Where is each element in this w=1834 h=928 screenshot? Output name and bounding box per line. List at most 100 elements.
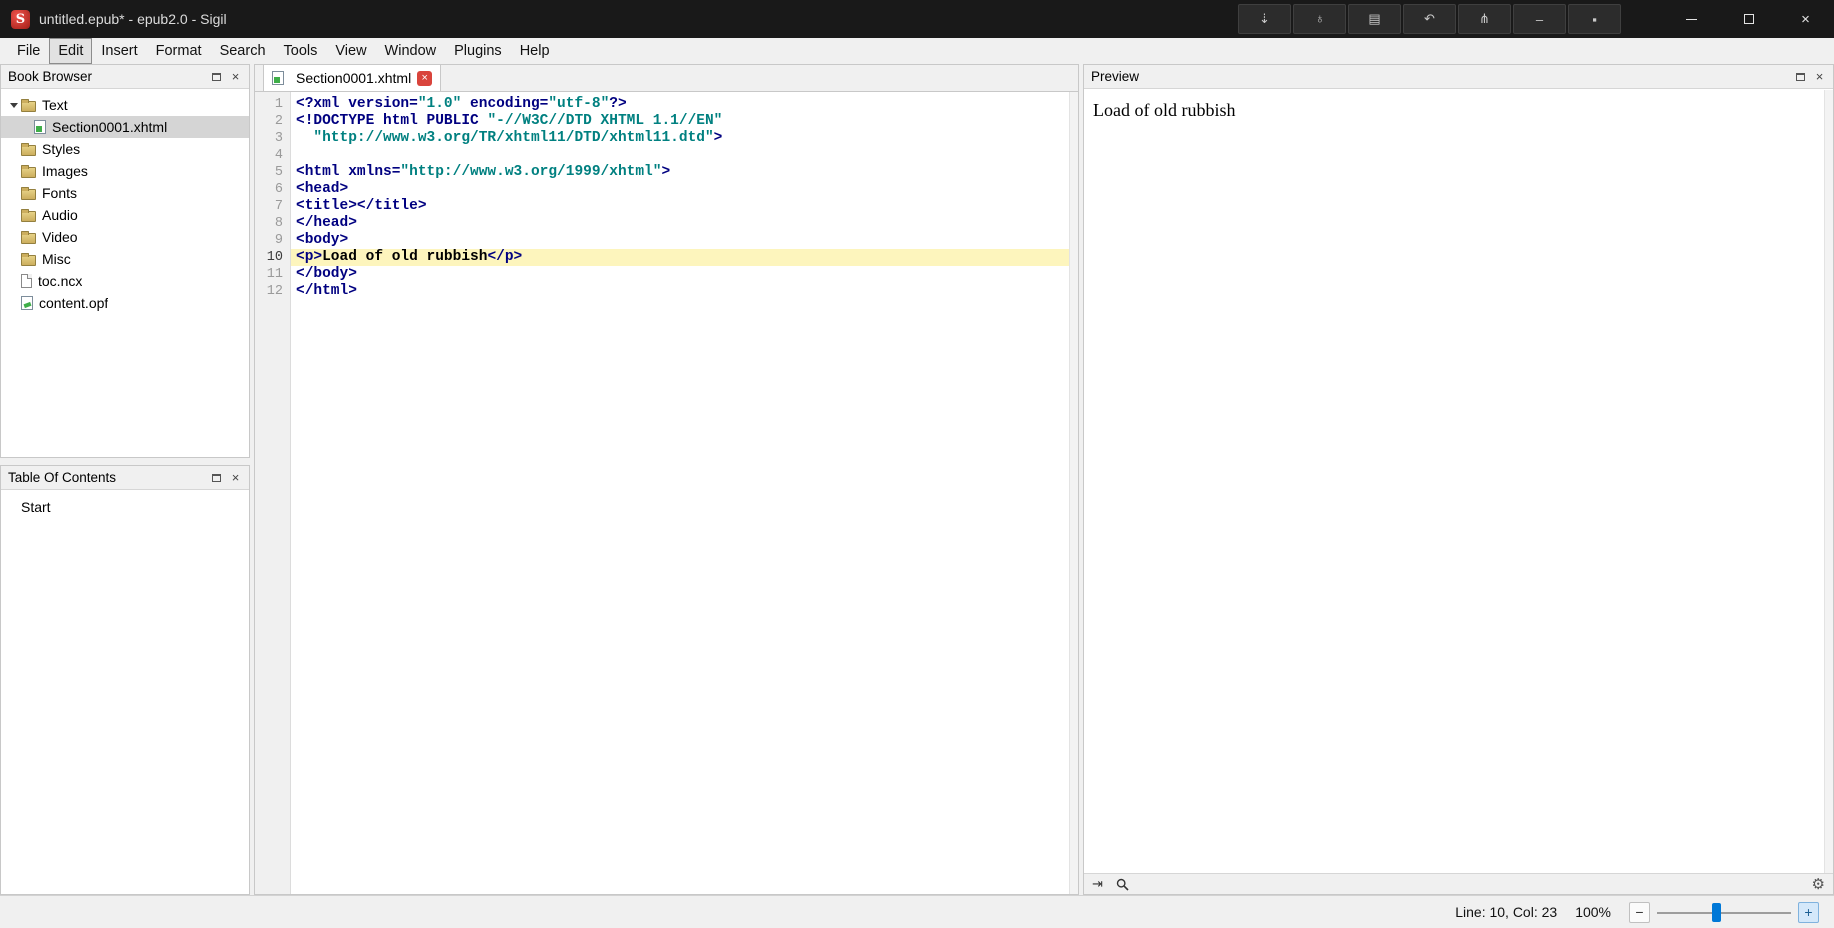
line-number-gutter: 1 2 3 4 5 6 7 8 9 10 11 12 <box>255 92 291 894</box>
tree-item-label: Fonts <box>42 185 78 201</box>
menu-search[interactable]: Search <box>211 38 275 64</box>
expand-arrow-icon[interactable] <box>6 103 21 108</box>
cursor-position: Line: 10, Col: 23 <box>1455 904 1558 920</box>
window-controls: × <box>1663 0 1834 38</box>
left-column: Book Browser × Text Section0001.xhtml Styl… <box>0 64 250 895</box>
tree-item-video[interactable]: Video <box>1 226 249 248</box>
code-editor[interactable]: 1 2 3 4 5 6 7 8 9 10 11 12 <?xml version="1.0" enco… <box>255 92 1078 894</box>
search-icon[interactable] <box>1116 878 1129 891</box>
line-number: 6 <box>274 182 283 197</box>
tree-item-styles[interactable]: Styles <box>1 138 249 160</box>
tree-item-images[interactable]: Images <box>1 160 249 182</box>
zoom-slider[interactable] <box>1657 902 1791 923</box>
panel-list-button[interactable]: ▤ <box>1348 4 1401 34</box>
plug-button[interactable]: ♀ <box>1293 4 1346 34</box>
menu-insert[interactable]: Insert <box>92 38 146 64</box>
code-line-1: <?xml version="1.0" encoding="utf-8"?> <box>296 96 627 112</box>
preview-scrollbar[interactable] <box>1824 90 1833 873</box>
preview-content: Load of old rubbish <box>1084 89 1833 873</box>
zoom-level: 100% <box>1575 904 1611 920</box>
close-panel-button[interactable]: × <box>227 469 244 486</box>
code-line-12: </html> <box>296 283 357 299</box>
menu-edit[interactable]: Edit <box>49 38 93 64</box>
line-number: 11 <box>266 267 283 282</box>
tree-item-fonts[interactable]: Fonts <box>1 182 249 204</box>
maximize-icon <box>1743 14 1754 24</box>
fork-button[interactable]: ⋔ <box>1458 4 1511 34</box>
code-line-11: </body> <box>296 266 357 282</box>
line-number: 9 <box>274 233 283 248</box>
tree-item-audio[interactable]: Audio <box>1 204 249 226</box>
float-panel-button[interactable] <box>208 68 225 85</box>
menu-file[interactable]: File <box>8 38 49 64</box>
snap-down-button[interactable]: ⇣ <box>1238 4 1291 34</box>
tree-item-text[interactable]: Text <box>1 94 249 116</box>
folder-icon <box>21 142 36 156</box>
tree-item-label: Text <box>42 97 68 113</box>
code-line-5: <html xmlns="http://www.w3.org/1999/xhtm… <box>296 164 671 180</box>
folder-icon <box>21 98 36 112</box>
line-number: 1 <box>274 97 283 112</box>
tree-item-section0001-xhtml[interactable]: Section0001.xhtml <box>1 116 249 138</box>
menu-format[interactable]: Format <box>147 38 211 64</box>
minimize-icon <box>1686 18 1697 20</box>
code-line-7: <title></title> <box>296 198 427 214</box>
editor-scrollbar[interactable] <box>1069 92 1078 894</box>
preview-text: Load of old rubbish <box>1093 100 1236 120</box>
tab-close-button[interactable]: × <box>417 70 433 86</box>
close-panel-button[interactable]: × <box>1811 68 1828 85</box>
toc-item-start[interactable]: Start <box>1 496 249 518</box>
line-number: 8 <box>274 216 283 231</box>
zoom-in-button[interactable]: + <box>1798 901 1819 923</box>
close-panel-button[interactable]: × <box>227 68 244 85</box>
file-icon <box>21 274 32 288</box>
code-line-8: </head> <box>296 215 357 231</box>
undo-arrow-button[interactable]: ↶ <box>1403 4 1456 34</box>
minimize-button[interactable] <box>1663 0 1720 38</box>
preview-header: Preview × <box>1084 65 1833 89</box>
menu-window[interactable]: Window <box>376 38 446 64</box>
code-line-10: <p>Load of old rubbish</p> <box>291 249 1069 266</box>
code-line-6: <head> <box>296 181 349 197</box>
record-dot-icon: ▪ <box>1592 11 1597 27</box>
line-number: 12 <box>266 284 283 299</box>
toc-panel: Table Of Contents × Start <box>0 465 250 895</box>
gear-icon[interactable]: ⚙ <box>1812 875 1825 893</box>
maximize-button[interactable] <box>1720 0 1777 38</box>
zoom-control: − + <box>1629 901 1819 923</box>
folder-icon <box>21 208 36 222</box>
record-dot-button[interactable]: ▪ <box>1568 4 1621 34</box>
tree-item-misc[interactable]: Misc <box>1 248 249 270</box>
zoom-slider-handle[interactable] <box>1711 902 1721 922</box>
tree-item-label: Styles <box>42 141 81 157</box>
tree-item-label: Section0001.xhtml <box>52 119 168 135</box>
fork-icon: ⋔ <box>1479 11 1490 26</box>
menu-help[interactable]: Help <box>511 38 559 64</box>
statusbar: Line: 10, Col: 23 100% − + <box>0 895 1834 928</box>
panel-splitter[interactable] <box>0 458 250 465</box>
tree-item-label: Images <box>42 163 88 179</box>
close-button[interactable]: × <box>1777 0 1834 38</box>
close-icon: × <box>1815 69 1824 84</box>
menu-view[interactable]: View <box>326 38 375 64</box>
close-icon: × <box>1801 10 1810 28</box>
zoom-out-button[interactable]: − <box>1629 901 1650 923</box>
code-line-3: "http://www.w3.org/TR/xhtml11/DTD/xhtml1… <box>296 130 723 146</box>
menu-plugins[interactable]: Plugins <box>445 38 511 64</box>
book-browser-panel: Book Browser × Text Section0001.xhtml Styl… <box>0 64 250 458</box>
float-panel-button[interactable] <box>208 469 225 486</box>
line-number: 2 <box>274 114 283 129</box>
tree-item-content-opf[interactable]: content.opf <box>1 292 249 314</box>
line-number: 10 <box>266 250 283 265</box>
float-panel-button[interactable] <box>1792 68 1809 85</box>
float-icon <box>212 473 221 482</box>
tab-section0001-xhtml[interactable]: Section0001.xhtml × <box>263 65 442 91</box>
inspect-icon[interactable]: ⇥ <box>1092 876 1103 892</box>
menu-tools[interactable]: Tools <box>275 38 327 64</box>
sigil-logo-icon: S <box>11 9 30 29</box>
float-icon <box>212 72 221 81</box>
tree-item-toc-ncx[interactable]: toc.ncx <box>1 270 249 292</box>
dash-button[interactable]: – <box>1513 4 1566 34</box>
code-content: <?xml version="1.0" encoding="utf-8"?> <!… <box>291 92 1069 894</box>
